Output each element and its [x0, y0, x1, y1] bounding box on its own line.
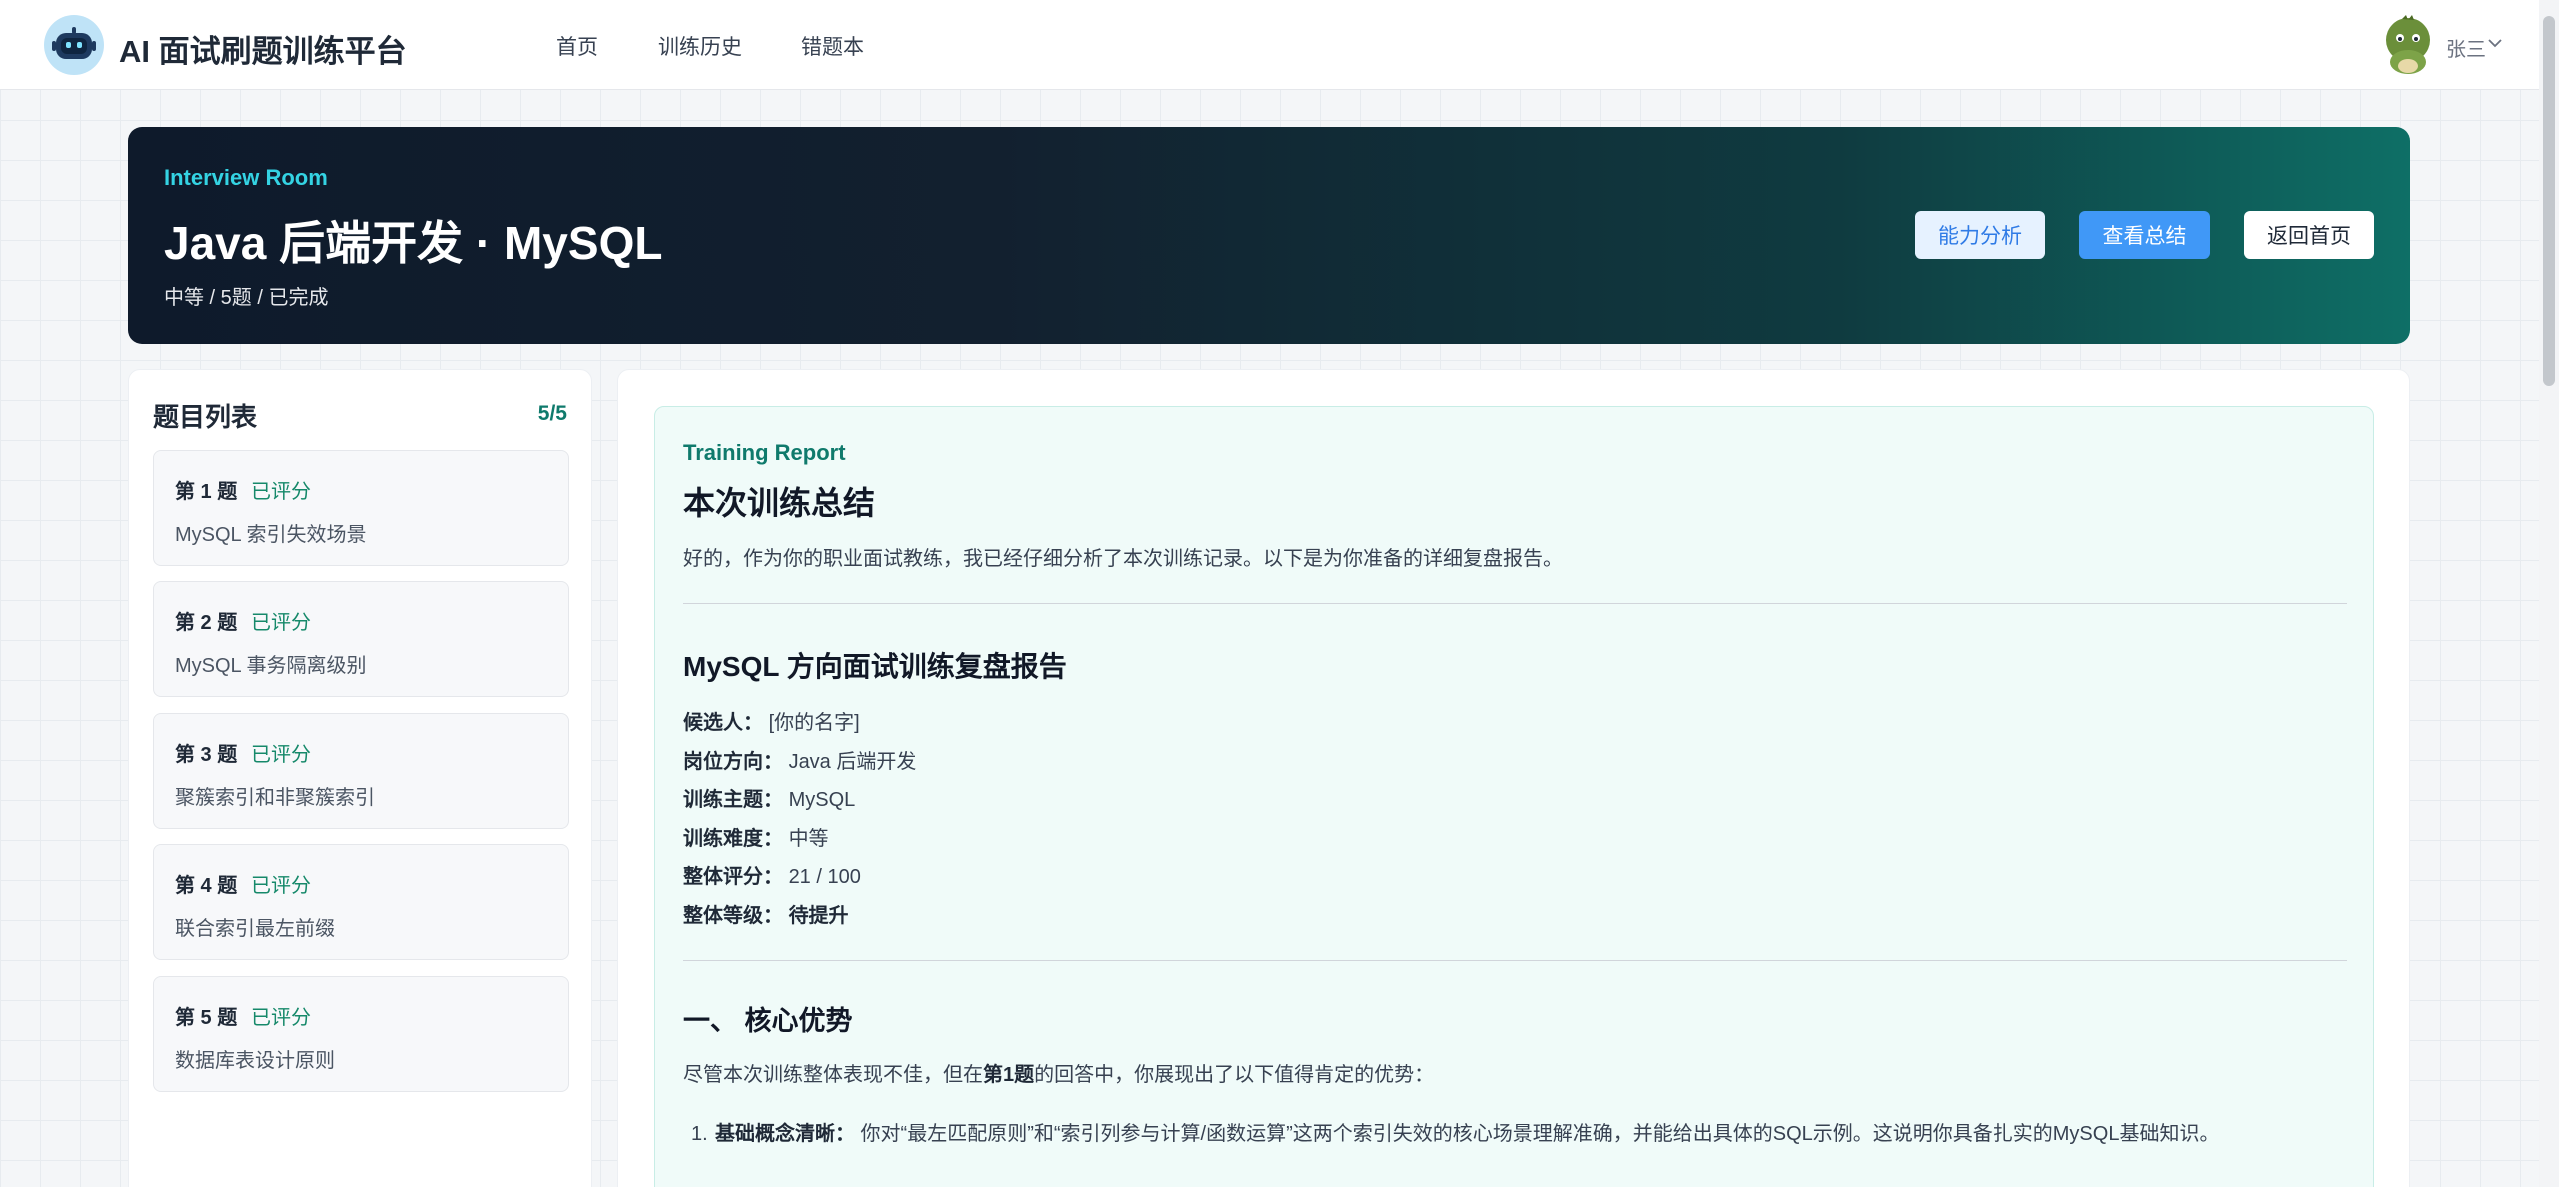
- paragraph-emphasis: 第1题: [983, 1064, 1035, 1086]
- question-title: 数据库表设计原则: [175, 1050, 335, 1072]
- question-status: 已评分: [251, 875, 311, 897]
- info-value: 21 / 100: [788, 866, 861, 888]
- info-label: 整体等级：: [683, 905, 783, 927]
- section-title: 一、 核心优势: [683, 1006, 853, 1036]
- question-item[interactable]: 第 2 题 已评分 MySQL 事务隔离级别: [153, 581, 569, 697]
- nav-wrong-questions[interactable]: 错题本: [801, 31, 864, 61]
- info-candidate: 候选人： [你的名字]: [683, 706, 860, 735]
- question-number: 第 4 题: [175, 875, 238, 897]
- question-status: 已评分: [251, 481, 311, 503]
- user-name[interactable]: 张三: [2446, 33, 2486, 62]
- paragraph-text: 尽管本次训练整体表现不佳，但在: [683, 1064, 983, 1086]
- question-item[interactable]: 第 3 题 已评分 聚簇索引和非聚簇索引: [153, 713, 569, 829]
- view-summary-button[interactable]: 查看总结: [2079, 211, 2210, 259]
- report-heading: MySQL 方向面试训练复盘报告: [683, 651, 1067, 682]
- section-paragraph: 尽管本次训练整体表现不佳，但在第1题的回答中，你展现出了以下值得肯定的优势：: [683, 1058, 1434, 1087]
- banner-kicker: Interview Room: [164, 165, 328, 190]
- info-label: 岗位方向：: [683, 751, 783, 773]
- question-title: 联合索引最左前缀: [175, 918, 335, 940]
- info-label: 候选人：: [683, 712, 763, 734]
- report-kicker: Training Report: [683, 440, 846, 465]
- robot-icon[interactable]: [44, 15, 104, 75]
- divider: [683, 603, 2347, 604]
- info-topic: 训练主题： MySQL: [683, 783, 855, 812]
- user-avatar[interactable]: [2380, 14, 2436, 76]
- ability-analysis-button[interactable]: 能力分析: [1915, 211, 2045, 259]
- report-title: 本次训练总结: [683, 485, 876, 521]
- info-label: 训练主题：: [683, 789, 783, 811]
- list-item-heading: 基础概念清晰：: [715, 1123, 855, 1145]
- question-item[interactable]: 第 4 题 已评分 联合索引最左前缀: [153, 844, 569, 960]
- report-panel: Training Report 本次训练总结 好的，作为你的职业面试教练，我已经…: [617, 369, 2410, 1187]
- info-score: 整体评分： 21 / 100: [683, 860, 861, 889]
- info-level: 整体等级： 待提升: [683, 899, 849, 928]
- question-status: 已评分: [251, 612, 311, 634]
- question-status: 已评分: [251, 1007, 311, 1029]
- banner-title: Java 后端开发 · MySQL: [164, 217, 663, 269]
- app-brand[interactable]: AI 面试刷题训练平台: [119, 26, 407, 71]
- info-value: Java 后端开发: [788, 751, 917, 773]
- divider: [683, 960, 2347, 961]
- question-list-title: 题目列表: [153, 402, 258, 432]
- nav-training-history[interactable]: 训练历史: [658, 31, 742, 61]
- info-label: 整体评分：: [683, 866, 783, 888]
- question-number: 第 1 题: [175, 481, 238, 503]
- info-position: 岗位方向： Java 后端开发: [683, 745, 916, 774]
- info-value: [你的名字]: [768, 712, 860, 734]
- question-title: MySQL 事务隔离级别: [175, 655, 367, 677]
- info-difficulty: 训练难度： 中等: [683, 822, 829, 851]
- back-home-button[interactable]: 返回首页: [2244, 211, 2374, 259]
- chevron-down-icon[interactable]: [2486, 34, 2504, 57]
- question-item[interactable]: 第 5 题 已评分 数据库表设计原则: [153, 976, 569, 1092]
- list-item-text: 你对“最左匹配原则”和“索引列参与计算/函数运算”这两个索引失效的核心场景理解准…: [855, 1123, 2220, 1145]
- question-number: 第 5 题: [175, 1007, 238, 1029]
- paragraph-text: 的回答中，你展现出了以下值得肯定的优势：: [1034, 1064, 1435, 1086]
- list-body: 基础概念清晰： 你对“最左匹配原则”和“索引列参与计算/函数运算”这两个索引失效…: [715, 1115, 2305, 1154]
- question-number: 第 2 题: [175, 612, 238, 634]
- list-number: 1.: [691, 1123, 708, 1145]
- info-value: 待提升: [788, 905, 849, 927]
- question-status: 已评分: [251, 744, 311, 766]
- nav-home[interactable]: 首页: [556, 31, 598, 61]
- interview-room-banner: Interview Room Java 后端开发 · MySQL 中等 / 5题…: [128, 127, 2410, 344]
- training-report: Training Report 本次训练总结 好的，作为你的职业面试教练，我已经…: [654, 406, 2374, 1187]
- question-item[interactable]: 第 1 题 已评分 MySQL 索引失效场景: [153, 450, 569, 566]
- info-value: MySQL: [788, 789, 856, 811]
- info-value: 中等: [788, 828, 829, 850]
- question-number: 第 3 题: [175, 744, 238, 766]
- question-title: 聚簇索引和非聚簇索引: [175, 787, 375, 809]
- question-progress: 5/5: [537, 402, 567, 425]
- info-label: 训练难度：: [683, 828, 783, 850]
- question-title: MySQL 索引失效场景: [175, 524, 367, 546]
- report-intro: 好的，作为你的职业面试教练，我已经仔细分析了本次训练记录。以下是为你准备的详细复…: [683, 548, 1563, 570]
- question-list-panel: 题目列表 5/5 第 1 题 已评分 MySQL 索引失效场景 第 2 题 已评…: [128, 369, 592, 1187]
- top-navbar: AI 面试刷题训练平台 首页 训练历史 错题本 张三: [0, 0, 2559, 90]
- page-scrollbar-thumb[interactable]: [2543, 16, 2555, 386]
- banner-meta: 中等 / 5题 / 已完成: [164, 287, 329, 309]
